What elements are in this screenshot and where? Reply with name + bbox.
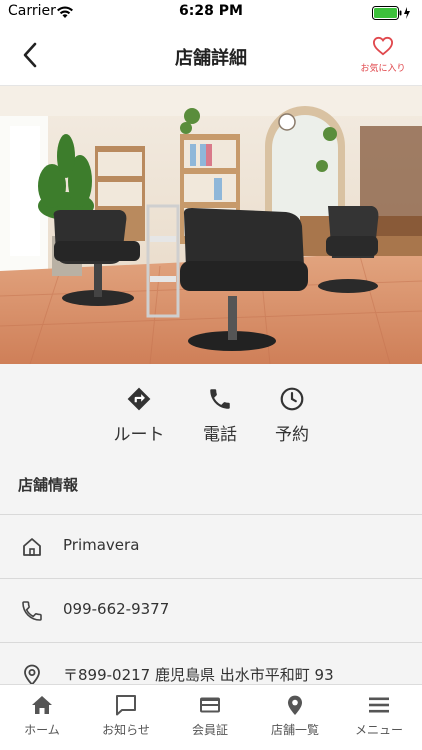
clock-time: 6:28 PM	[179, 3, 243, 19]
favorite-label: お気に入り	[360, 64, 406, 74]
tab-news[interactable]: お知らせ	[84, 693, 168, 738]
store-info-heading: 店舗情報	[18, 476, 79, 494]
tab-bar: ホーム お知らせ 会員証 店舗一覧 メニュー	[0, 684, 422, 750]
clock-icon	[280, 387, 304, 411]
route-label: ルート	[113, 425, 165, 445]
status-bar: Carrier 6:28 PM	[0, 0, 422, 24]
store-phone: 099-662-9377	[63, 600, 170, 618]
home-icon	[32, 696, 52, 714]
directions-icon	[127, 387, 151, 411]
heart-icon	[372, 36, 394, 56]
message-icon	[116, 695, 136, 716]
route-button[interactable]: ルート	[99, 386, 179, 445]
menu-icon	[369, 697, 389, 713]
tab-home[interactable]: ホーム	[0, 693, 84, 738]
store-photo	[0, 86, 422, 364]
battery-icon	[372, 5, 412, 24]
tab-member-card[interactable]: 会員証	[168, 693, 252, 738]
tab-home-label: ホーム	[24, 723, 60, 737]
tab-news-label: お知らせ	[102, 723, 150, 737]
reserve-button[interactable]: 予約	[252, 386, 332, 445]
tab-store-list-label: 店舗一覧	[270, 723, 319, 737]
favorite-button[interactable]: お気に入り	[358, 36, 408, 74]
phone-icon	[210, 389, 230, 409]
store-name: Primavera	[63, 536, 140, 554]
store-name-row: Primavera	[0, 514, 422, 578]
map-pin-icon	[288, 695, 302, 715]
store-address: 〒899-0217 鹿児島県 出水市平和町 93	[63, 666, 334, 684]
action-bar: ルート 電話 予約	[0, 364, 422, 460]
tab-menu-label: メニュー	[354, 723, 403, 737]
card-icon	[200, 697, 220, 713]
tab-menu[interactable]: メニュー	[337, 693, 421, 738]
phone-outline-icon	[20, 599, 44, 627]
home-outline-icon	[20, 535, 44, 563]
call-button[interactable]: 電話	[180, 386, 260, 445]
reserve-label: 予約	[275, 425, 309, 445]
store-phone-row[interactable]: 099-662-9377	[0, 578, 422, 642]
tab-member-card-label: 会員証	[191, 723, 228, 737]
nav-bar: 店舗詳細 お気に入り	[0, 24, 422, 86]
call-label: 電話	[203, 425, 237, 445]
tab-store-list[interactable]: 店舗一覧	[253, 693, 337, 738]
